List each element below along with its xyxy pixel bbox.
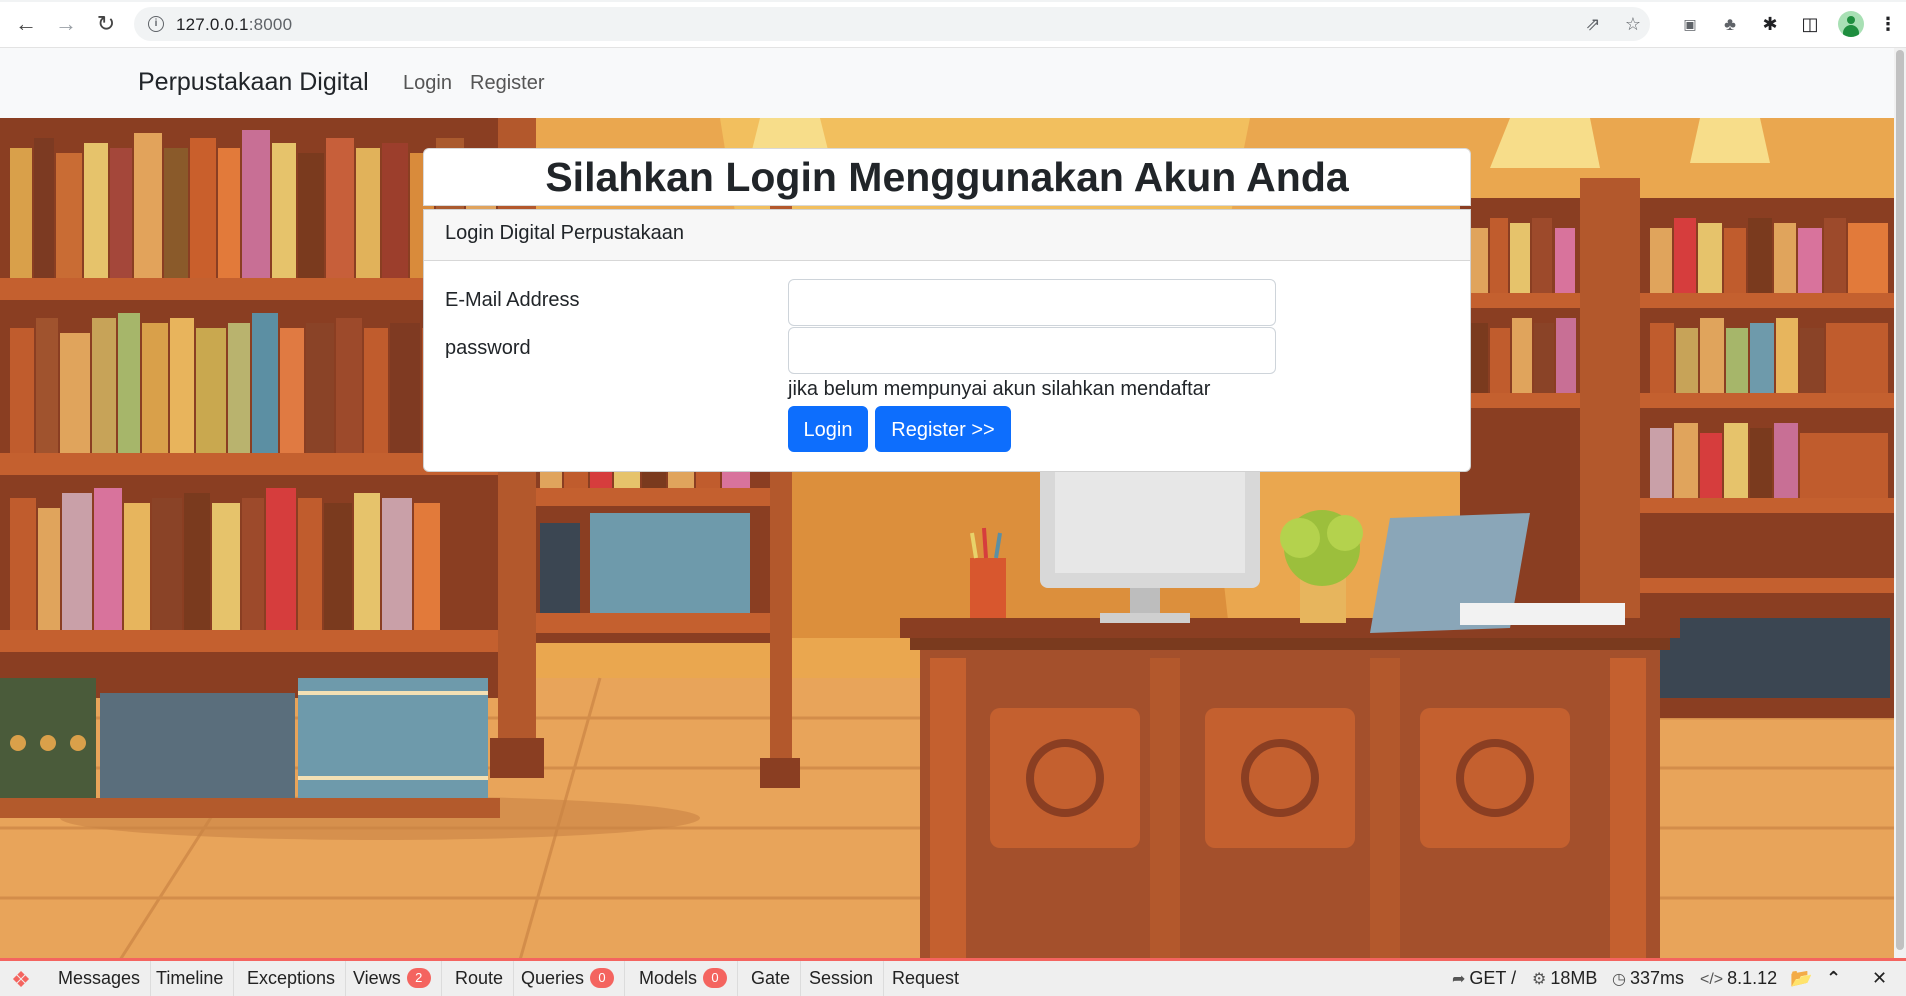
models-count-badge: 0 bbox=[703, 968, 728, 988]
debug-tab-views[interactable]: Views 2 bbox=[343, 961, 442, 996]
side-panel-icon[interactable]: ◫ bbox=[1798, 12, 1822, 36]
debug-tab-queries[interactable]: Queries 0 bbox=[511, 961, 626, 996]
browser-toolbar: ← → ↻ i 127.0.0.1:8000 ⇗ ☆ ▣ ♣ ✱ ◫ ⋮ bbox=[0, 0, 1906, 48]
debug-tab-request[interactable]: Request bbox=[882, 961, 969, 996]
url-host: 127.0.0.1 bbox=[176, 15, 249, 34]
clock-icon: ◷ bbox=[1612, 971, 1626, 988]
page-title: Silahkan Login Menggunakan Akun Anda bbox=[545, 154, 1349, 200]
code-icon: </> bbox=[1700, 971, 1724, 988]
close-icon[interactable]: ✕ bbox=[1872, 961, 1887, 996]
navbar-brand[interactable]: Perpustakaan Digital bbox=[138, 68, 369, 97]
page-scrollbar[interactable] bbox=[1894, 48, 1906, 960]
back-icon[interactable]: ← bbox=[12, 10, 40, 38]
profile-icon[interactable] bbox=[1838, 11, 1864, 37]
time-text: 337ms bbox=[1629, 968, 1684, 988]
debug-php-version: </> 8.1.12 bbox=[1700, 961, 1777, 996]
register-button[interactable]: Register >> bbox=[875, 406, 1011, 452]
views-count-badge: 2 bbox=[406, 968, 431, 988]
puzzle-icon[interactable]: ✱ bbox=[1758, 12, 1782, 36]
tab-label: Route bbox=[455, 968, 504, 988]
debug-tab-messages[interactable]: Messages bbox=[48, 961, 152, 996]
password-input[interactable] bbox=[788, 327, 1276, 374]
star-icon[interactable]: ☆ bbox=[1622, 13, 1644, 35]
tab-label: Session bbox=[809, 968, 874, 988]
login-button[interactable]: Login bbox=[788, 406, 868, 452]
tab-label: Models bbox=[639, 968, 698, 988]
tab-label: Gate bbox=[751, 968, 791, 988]
chevron-up-icon[interactable]: ⌃ bbox=[1826, 961, 1841, 996]
login-title-card: Silahkan Login Menggunakan Akun Anda bbox=[423, 148, 1471, 206]
reload-icon[interactable]: ↻ bbox=[92, 10, 120, 38]
tab-label: Queries bbox=[521, 968, 585, 988]
debug-tab-session[interactable]: Session bbox=[799, 961, 885, 996]
share-icon[interactable]: ⇗ bbox=[1582, 13, 1604, 35]
cogs-icon: ⚙ bbox=[1532, 971, 1547, 988]
method-text: GET / bbox=[1469, 968, 1517, 988]
login-card: Login Digital Perpustakaan E-Mail Addres… bbox=[423, 209, 1471, 472]
debug-tab-route[interactable]: Route bbox=[445, 961, 515, 996]
email-label: E-Mail Address bbox=[445, 289, 580, 311]
nav-register-link[interactable]: Register bbox=[470, 72, 544, 95]
debug-tab-timeline[interactable]: Timeline bbox=[146, 961, 235, 996]
menu-icon[interactable]: ⋮ bbox=[1876, 12, 1900, 36]
debug-tab-models[interactable]: Models 0 bbox=[629, 961, 739, 996]
debug-tab-exceptions[interactable]: Exceptions bbox=[237, 961, 347, 996]
extension-icon[interactable]: ♣ bbox=[1718, 12, 1742, 36]
tab-label: Exceptions bbox=[247, 968, 336, 988]
debug-memory: ⚙ 18MB bbox=[1532, 961, 1597, 996]
forward-icon[interactable]: → bbox=[52, 10, 80, 38]
media-icon[interactable]: ▣ bbox=[1678, 12, 1702, 36]
loading-line bbox=[0, 0, 1906, 2]
tab-label: Views bbox=[353, 968, 401, 988]
tab-label: Request bbox=[892, 968, 960, 988]
site-navbar: Perpustakaan Digital Login Register bbox=[0, 48, 1894, 118]
url-port: :8000 bbox=[248, 15, 293, 34]
register-hint: jika belum mempunyai akun silahkan menda… bbox=[788, 378, 1211, 400]
laravel-logo-icon[interactable]: ❖ bbox=[8, 967, 34, 993]
debug-tab-gate[interactable]: Gate bbox=[741, 961, 802, 996]
debug-request-method[interactable]: ➦ GET / bbox=[1452, 961, 1516, 996]
nav-login-link[interactable]: Login bbox=[403, 72, 452, 95]
password-label: password bbox=[445, 337, 531, 359]
debug-time: ◷ 337ms bbox=[1612, 961, 1684, 996]
memory-text: 18MB bbox=[1550, 968, 1598, 988]
url-text[interactable]: 127.0.0.1:8000 bbox=[176, 15, 292, 35]
info-icon[interactable]: i bbox=[148, 16, 164, 32]
scrollbar-thumb[interactable] bbox=[1896, 50, 1904, 950]
tab-label: Timeline bbox=[156, 968, 224, 988]
queries-count-badge: 0 bbox=[590, 968, 615, 988]
tab-label: Messages bbox=[58, 968, 141, 988]
share-arrow-icon: ➦ bbox=[1452, 971, 1466, 988]
folder-open-icon[interactable]: 📂 bbox=[1790, 961, 1812, 996]
debugbar: ❖ Messages Timeline Exceptions Views 2 Ro… bbox=[0, 958, 1906, 996]
address-bar[interactable]: i 127.0.0.1:8000 ⇗ ☆ bbox=[134, 7, 1650, 41]
email-input[interactable] bbox=[788, 279, 1276, 326]
card-header: Login Digital Perpustakaan bbox=[424, 210, 1470, 261]
php-version-text: 8.1.12 bbox=[1727, 968, 1778, 988]
